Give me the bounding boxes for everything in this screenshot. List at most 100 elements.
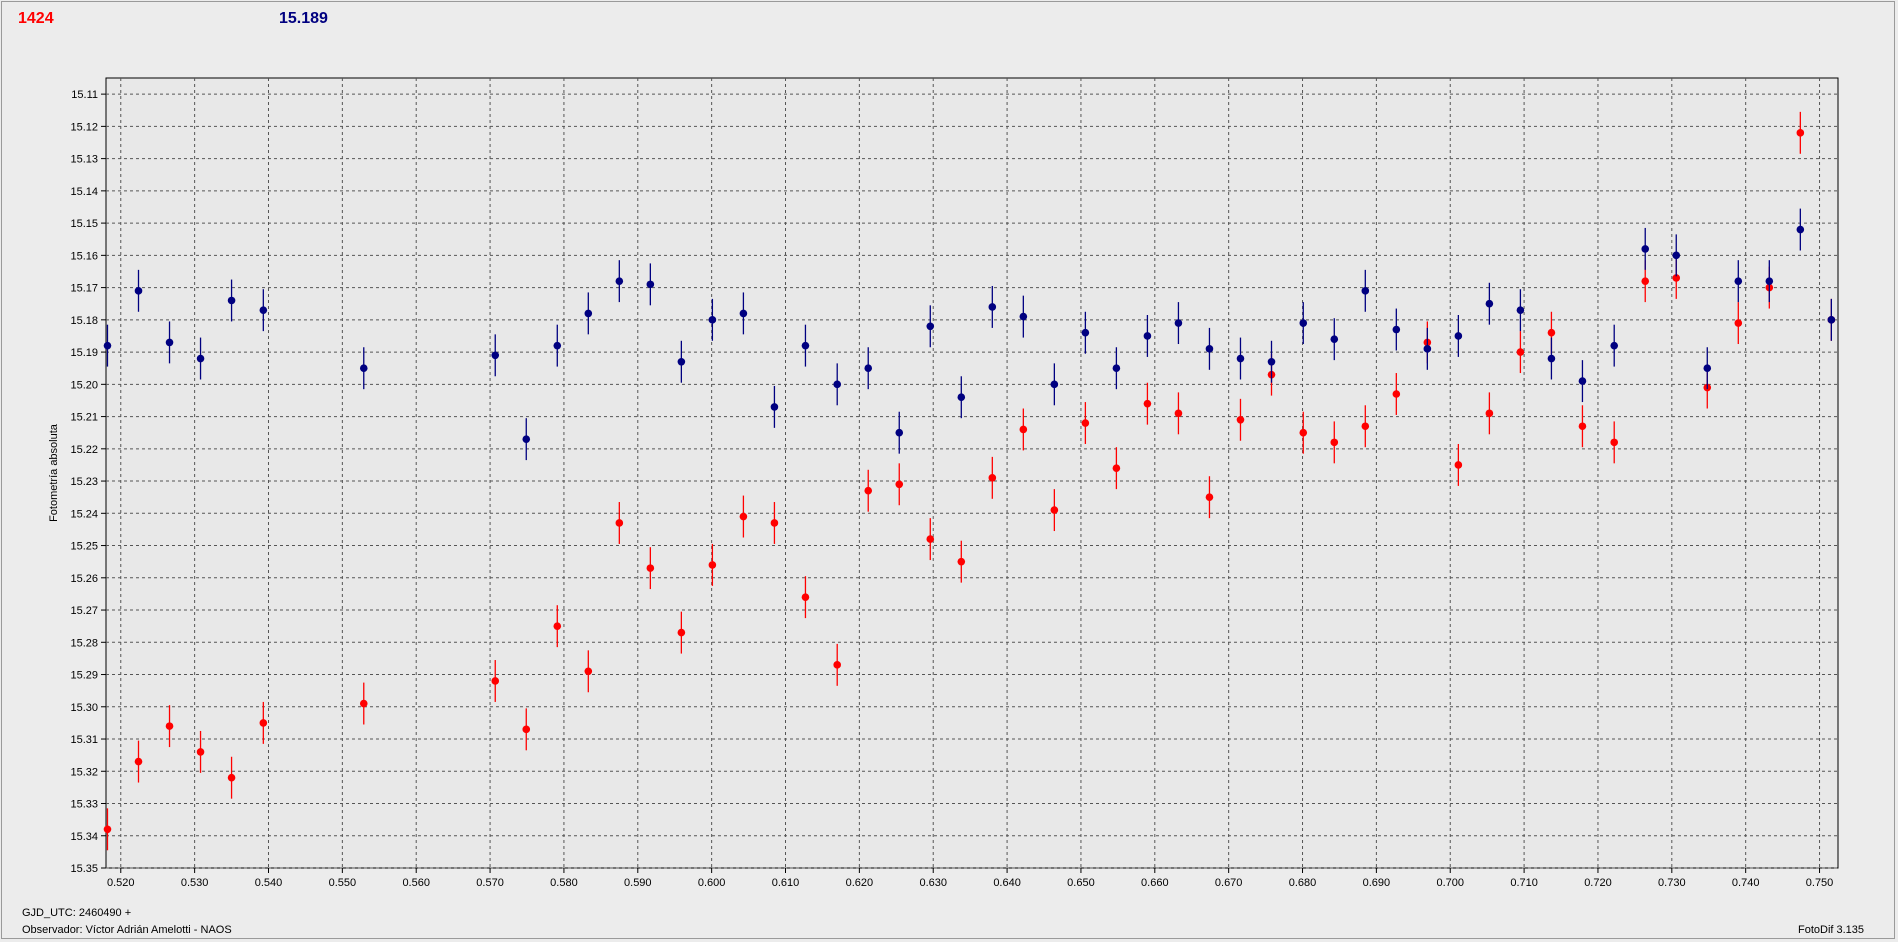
data-point	[770, 519, 779, 527]
data-point	[553, 622, 562, 630]
x-tick-label: 0.650	[1067, 877, 1095, 889]
x-tick-label: 0.670	[1215, 877, 1243, 889]
data-point	[553, 341, 562, 350]
y-tick-label: 15.18	[70, 315, 98, 327]
y-tick-label: 15.34	[70, 831, 98, 843]
data-point	[1703, 364, 1712, 373]
data-point	[926, 322, 935, 331]
data-point	[708, 561, 717, 569]
data-point	[1174, 409, 1183, 418]
data-point	[1547, 354, 1556, 363]
data-point	[1205, 345, 1214, 353]
data-point	[926, 535, 935, 543]
data-point	[1361, 422, 1370, 431]
y-tick-label: 15.25	[70, 541, 98, 553]
data-point	[833, 661, 842, 669]
y-tick-label: 15.31	[70, 734, 98, 746]
data-point	[739, 309, 748, 318]
data-point	[1734, 277, 1743, 285]
observer-label: Observador: Víctor Adrián Amelotti - NAO…	[22, 924, 232, 936]
data-point	[1112, 464, 1121, 472]
data-point	[1019, 425, 1028, 434]
y-tick-label: 15.21	[70, 412, 98, 424]
data-point	[196, 354, 205, 363]
data-point	[895, 428, 904, 437]
data-point	[646, 280, 655, 289]
data-point	[1236, 415, 1245, 424]
data-point	[103, 825, 112, 834]
y-tick-label: 15.12	[70, 121, 98, 133]
data-point	[1578, 377, 1587, 385]
x-tick-label: 0.630	[919, 877, 947, 889]
data-point	[957, 393, 966, 402]
data-point	[1423, 345, 1432, 353]
data-point	[615, 519, 624, 527]
y-tick-label: 15.19	[70, 347, 98, 359]
y-tick-label: 15.22	[70, 444, 98, 456]
x-tick-label: 0.610	[772, 877, 800, 889]
data-point	[1112, 364, 1121, 373]
data-point	[359, 364, 368, 373]
x-tick-label: 0.620	[846, 877, 874, 889]
data-point	[1796, 129, 1805, 137]
data-point	[227, 296, 236, 305]
data-point	[584, 309, 593, 318]
data-point	[134, 287, 143, 295]
data-point	[1672, 251, 1681, 260]
data-point	[227, 773, 236, 782]
data-point	[196, 748, 205, 756]
data-point	[801, 341, 810, 350]
data-point	[739, 512, 748, 521]
y-tick-label: 15.33	[70, 799, 98, 811]
data-point	[1485, 409, 1494, 418]
data-point	[491, 677, 500, 685]
data-point	[1610, 438, 1619, 447]
data-point	[259, 719, 268, 727]
data-point	[259, 306, 268, 314]
x-tick-label: 0.700	[1436, 877, 1464, 889]
x-tick-label: 0.680	[1289, 877, 1317, 889]
data-point	[1765, 277, 1774, 285]
y-tick-label: 15.35	[70, 863, 98, 875]
x-tick-label: 0.740	[1732, 877, 1760, 889]
data-point	[988, 303, 997, 311]
data-point	[1827, 316, 1836, 324]
plot-area	[105, 77, 1839, 869]
x-tick-label: 0.750	[1806, 877, 1834, 889]
data-point	[1174, 319, 1183, 327]
x-tick-label: 0.550	[329, 877, 357, 889]
data-point	[103, 341, 112, 350]
x-tick-labels: 0.520 0.530 0.540 0.550 0.560 0.570 0.580 0.590…	[107, 877, 1833, 889]
data-point	[522, 725, 531, 734]
x-tick-label: 0.520	[107, 877, 135, 889]
y-tick-label: 15.28	[70, 637, 98, 649]
data-point	[1267, 357, 1276, 366]
data-point	[1143, 399, 1152, 408]
x-tick-label: 0.660	[1141, 877, 1169, 889]
x-tick-label: 0.590	[624, 877, 652, 889]
x-tick-label: 0.690	[1363, 877, 1391, 889]
data-point	[1734, 319, 1743, 327]
y-tick-label: 15.13	[70, 154, 98, 166]
data-point	[1641, 245, 1650, 253]
data-point	[1516, 306, 1525, 314]
data-point	[491, 351, 500, 360]
data-point	[1081, 328, 1090, 337]
data-point	[1547, 328, 1556, 337]
light-curve-chart: 15.11 15.12 15.13 15.14 15.15 15.16 15.17 15.18…	[70, 77, 1839, 889]
data-point	[1454, 332, 1463, 340]
y-tick-label: 15.26	[70, 573, 98, 585]
data-point	[895, 480, 904, 489]
data-point	[165, 722, 174, 730]
data-point	[1796, 225, 1805, 234]
data-point	[522, 435, 531, 443]
x-tick-label: 0.730	[1658, 877, 1686, 889]
data-point	[1641, 277, 1650, 285]
data-point	[1454, 461, 1463, 469]
data-point	[1610, 341, 1619, 350]
data-point	[1361, 287, 1370, 295]
data-point	[1236, 354, 1245, 363]
y-tick-label: 15.32	[70, 766, 98, 778]
y-tick-labels: 15.11 15.12 15.13 15.14 15.15 15.16 15.17 15.18…	[70, 89, 98, 875]
data-point	[1205, 493, 1214, 501]
